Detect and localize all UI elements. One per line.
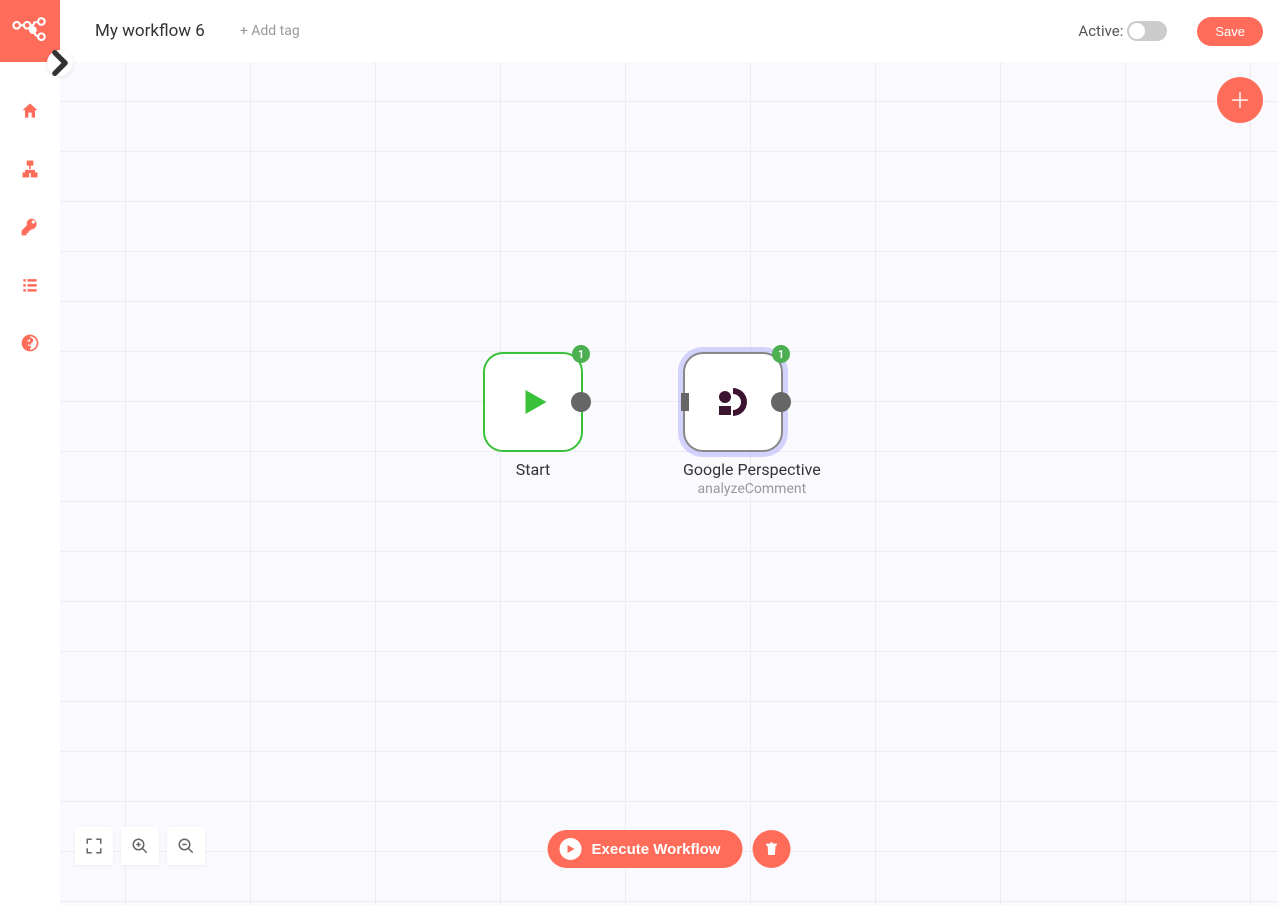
active-toggle[interactable] <box>1127 21 1167 41</box>
header: My workflow 6 + Add tag Active: Save <box>60 0 1278 62</box>
execute-workflow-label: Execute Workflow <box>592 841 721 858</box>
bottom-actions: Execute Workflow <box>548 830 791 868</box>
node-connection[interactable] <box>583 401 683 403</box>
node-perspective-subtitle: analyzeComment <box>683 481 821 497</box>
nav-help[interactable]: ? <box>0 314 60 372</box>
node-perspective-output-port[interactable] <box>771 392 791 412</box>
node-start-title: Start <box>483 460 583 479</box>
node-perspective-badge: 1 <box>772 345 790 363</box>
expand-sidebar-button[interactable] <box>47 50 73 76</box>
workflow-title[interactable]: My workflow 6 <box>95 21 205 41</box>
execute-workflow-button[interactable]: Execute Workflow <box>548 830 743 868</box>
nav-workflows[interactable] <box>0 140 60 198</box>
active-label: Active: <box>1078 22 1123 40</box>
nav-executions[interactable] <box>0 256 60 314</box>
trash-icon <box>763 841 779 857</box>
add-node-button[interactable] <box>1217 77 1263 123</box>
workflow-icon <box>20 159 40 179</box>
node-google-perspective[interactable]: 1 Google Perspective analyzeComment <box>683 352 821 497</box>
zoom-in-icon <box>131 837 149 855</box>
n8n-logo-icon <box>11 12 49 50</box>
help-icon: ? <box>20 333 40 353</box>
svg-text:?: ? <box>26 334 33 352</box>
zoom-out-button[interactable] <box>167 827 205 865</box>
sidebar: ? <box>0 0 60 905</box>
nav-credentials[interactable] <box>0 198 60 256</box>
nav-home[interactable] <box>0 82 60 140</box>
delete-executions-button[interactable] <box>752 830 790 868</box>
perspective-icon <box>713 382 753 422</box>
play-circle-icon <box>560 838 582 860</box>
node-start-badge: 1 <box>572 345 590 363</box>
node-perspective-input-port[interactable] <box>681 393 689 411</box>
list-icon <box>20 275 40 295</box>
play-icon <box>515 384 551 420</box>
home-icon <box>20 101 40 121</box>
zoom-in-button[interactable] <box>121 827 159 865</box>
fit-view-button[interactable] <box>75 827 113 865</box>
node-start-output-port[interactable] <box>571 392 591 412</box>
add-tag-button[interactable]: + Add tag <box>240 23 300 39</box>
node-start[interactable]: 1 Start <box>483 352 583 479</box>
zoom-controls <box>75 827 205 865</box>
zoom-out-icon <box>177 837 195 855</box>
logo[interactable] <box>0 0 60 62</box>
save-button[interactable]: Save <box>1197 17 1263 46</box>
chevron-right-icon <box>47 44 73 82</box>
node-perspective-title: Google Perspective <box>683 460 821 479</box>
key-icon <box>20 217 40 237</box>
plus-icon <box>1229 89 1251 111</box>
nav-items: ? <box>0 62 60 372</box>
workflow-canvas[interactable]: 1 Start 1 Google Perspective analyzeComm… <box>60 62 1278 905</box>
fullscreen-icon <box>85 837 103 855</box>
